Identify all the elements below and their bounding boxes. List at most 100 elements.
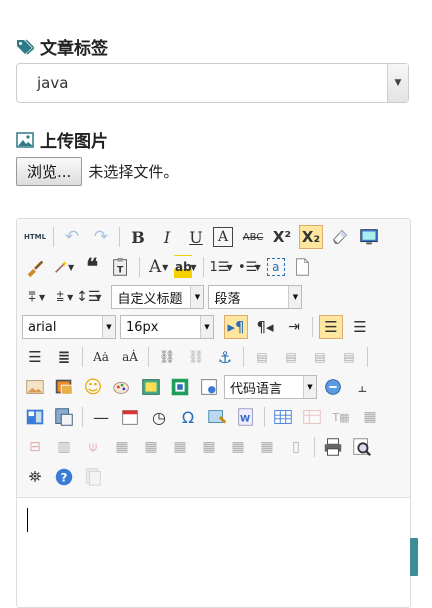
split-rows-icon[interactable]: ▦ (226, 435, 250, 459)
background-icon[interactable] (52, 405, 76, 429)
align-left-icon[interactable]: ☰ (319, 315, 343, 339)
toolbar-row-5: ☰ ≣ Aȧ aȦ ⛓ ⛓ ⚓ ▤ ▤ ▤ ▤ (23, 344, 374, 370)
tag-select[interactable]: java ▼ (16, 63, 409, 103)
ltr-icon[interactable]: ▸¶ (224, 315, 248, 339)
font-family-select[interactable]: arial ▼ (22, 315, 116, 339)
attachment-icon[interactable] (168, 375, 192, 399)
find-replace-icon[interactable]: ⛯ (23, 465, 47, 489)
toolbar-row-4: arial ▼ 16px ▼ ▸¶ ¶◂ ⇥ ☰ ☰ (22, 314, 377, 340)
clear-doc-icon[interactable] (290, 255, 314, 279)
word-import-icon[interactable]: W (234, 405, 258, 429)
italic-icon[interactable]: I (155, 225, 179, 249)
insert-row-before-icon[interactable]: ▦ (358, 405, 382, 429)
html-source-icon[interactable]: HTML (23, 225, 47, 249)
toolbar-row-6: ☺ 代码语言 ▼ ⫠ (23, 374, 379, 400)
indent-icon[interactable]: ⇥ (282, 315, 306, 339)
split-cells-icon[interactable]: ▦ (197, 435, 221, 459)
merge-down-icon[interactable]: ▦ (168, 435, 192, 459)
image-center-icon[interactable]: ▤ (337, 345, 361, 369)
font-border-icon[interactable]: A (213, 227, 233, 247)
chevron-down-icon[interactable]: ▼ (102, 316, 115, 338)
browse-button[interactable]: 浏览... (16, 157, 83, 186)
chevron-down-icon[interactable]: ▼ (303, 376, 316, 398)
simple-upload-icon[interactable] (23, 375, 47, 399)
tags-title-text: 文章标签 (40, 39, 108, 59)
tags-section-title: 文章标签 (16, 34, 108, 59)
redo-icon[interactable]: ↷ (89, 225, 113, 249)
code-language-value: 代码语言 (230, 381, 283, 397)
merge-cells-icon[interactable]: ▦ (110, 435, 134, 459)
rich-text-editor: HTML ↶ ↷ B I U A ABC X² X₂ ▼ ❝ T A ▼ ab … (16, 218, 411, 608)
underline-icon[interactable]: U (184, 225, 208, 249)
editor-content-area[interactable] (17, 498, 410, 608)
align-center-icon[interactable]: ☰ (348, 315, 372, 339)
image-none-icon[interactable]: ▤ (250, 345, 274, 369)
unlink-icon[interactable]: ⛓ (184, 345, 208, 369)
preview-icon[interactable] (357, 225, 381, 249)
table-title-icon[interactable]: T▦ (329, 405, 353, 429)
paste-plain-icon[interactable]: T (109, 255, 133, 279)
eraser-icon[interactable] (328, 225, 352, 249)
toolbar-row-2: ▼ ❝ T A ▼ ab ▼ 1☰ ▼ •☰ ▼ a (23, 254, 319, 280)
insert-table-icon[interactable] (271, 405, 295, 429)
insert-frame-icon[interactable] (197, 375, 221, 399)
toolbar-row-9: ⛯ ? (23, 464, 110, 490)
split-cols-icon[interactable]: ▦ (255, 435, 279, 459)
horizontal-rule-icon[interactable]: — (89, 405, 113, 429)
time-icon[interactable]: ◷ (147, 405, 171, 429)
chart-icon[interactable]: ▯ (284, 435, 308, 459)
select-all-icon[interactable]: a (266, 258, 285, 276)
insert-image-icon[interactable] (52, 375, 76, 399)
tag-select-value: java (37, 74, 69, 92)
chevron-down-icon[interactable]: ▼ (190, 286, 204, 308)
delete-table-icon[interactable] (300, 405, 324, 429)
toolbar-row-8: ⊟ ▥ ⍦ ▦ ▦ ▦ ▦ ▦ ▦ ▯ (23, 434, 379, 460)
align-right-icon[interactable]: ☰ (23, 345, 47, 369)
print-icon[interactable] (321, 435, 345, 459)
insert-col-icon[interactable]: ▥ (52, 435, 76, 459)
blockquote-icon[interactable]: ❝ (80, 255, 104, 279)
toolbar-row-1: HTML ↶ ↷ B I U A ABC X² X₂ (23, 224, 386, 250)
font-size-value: 16px (126, 319, 159, 335)
date-icon[interactable] (118, 405, 142, 429)
paragraph-value: 段落 (214, 291, 241, 307)
paragraph-select[interactable]: 段落 ▼ (208, 285, 303, 309)
help-icon[interactable]: ? (52, 465, 76, 489)
superscript-icon[interactable]: X² (270, 225, 294, 249)
special-chars-icon[interactable]: Ω (176, 405, 200, 429)
template-icon[interactable] (23, 405, 47, 429)
scrawl-icon[interactable] (110, 375, 134, 399)
chevron-down-icon[interactable]: ▼ (387, 64, 408, 102)
rtl-icon[interactable]: ¶◂ (253, 315, 277, 339)
font-size-select[interactable]: 16px ▼ (120, 315, 214, 339)
search-icon[interactable] (350, 435, 374, 459)
page-break-icon[interactable] (321, 375, 345, 399)
svg-text:?: ? (61, 471, 68, 485)
chevron-down-icon[interactable]: ▼ (288, 286, 302, 308)
delete-col-icon[interactable]: ⍦ (81, 435, 105, 459)
image-left-icon[interactable]: ▤ (279, 345, 303, 369)
horizontal-split-icon[interactable]: ⫠ (350, 375, 374, 399)
subscript-icon[interactable]: X₂ (299, 225, 323, 249)
delete-row-icon[interactable]: ⊟ (23, 435, 47, 459)
image-icon (16, 131, 34, 148)
format-brush-icon[interactable] (23, 255, 47, 279)
link-icon[interactable]: ⛓ (155, 345, 179, 369)
insert-video-icon[interactable] (139, 375, 163, 399)
image-right-icon[interactable]: ▤ (308, 345, 332, 369)
custom-heading-select[interactable]: 自定义标题 ▼ (111, 285, 205, 309)
drafts-icon[interactable] (81, 465, 105, 489)
map-icon[interactable] (205, 405, 229, 429)
code-language-select[interactable]: 代码语言 ▼ (224, 375, 317, 399)
emotion-icon[interactable]: ☺ (81, 375, 105, 399)
side-scroll-tab[interactable] (410, 538, 418, 576)
merge-right-icon[interactable]: ▦ (139, 435, 163, 459)
anchor-icon[interactable]: ⚓ (213, 345, 237, 369)
strikethrough-icon[interactable]: ABC (241, 225, 265, 249)
undo-icon[interactable]: ↶ (60, 225, 84, 249)
bold-icon[interactable]: B (126, 225, 150, 249)
to-uppercase-icon[interactable]: Aȧ (89, 345, 113, 369)
align-justify-icon[interactable]: ≣ (52, 345, 76, 369)
chevron-down-icon[interactable]: ▼ (200, 316, 213, 338)
to-lowercase-icon[interactable]: aȦ (118, 345, 142, 369)
